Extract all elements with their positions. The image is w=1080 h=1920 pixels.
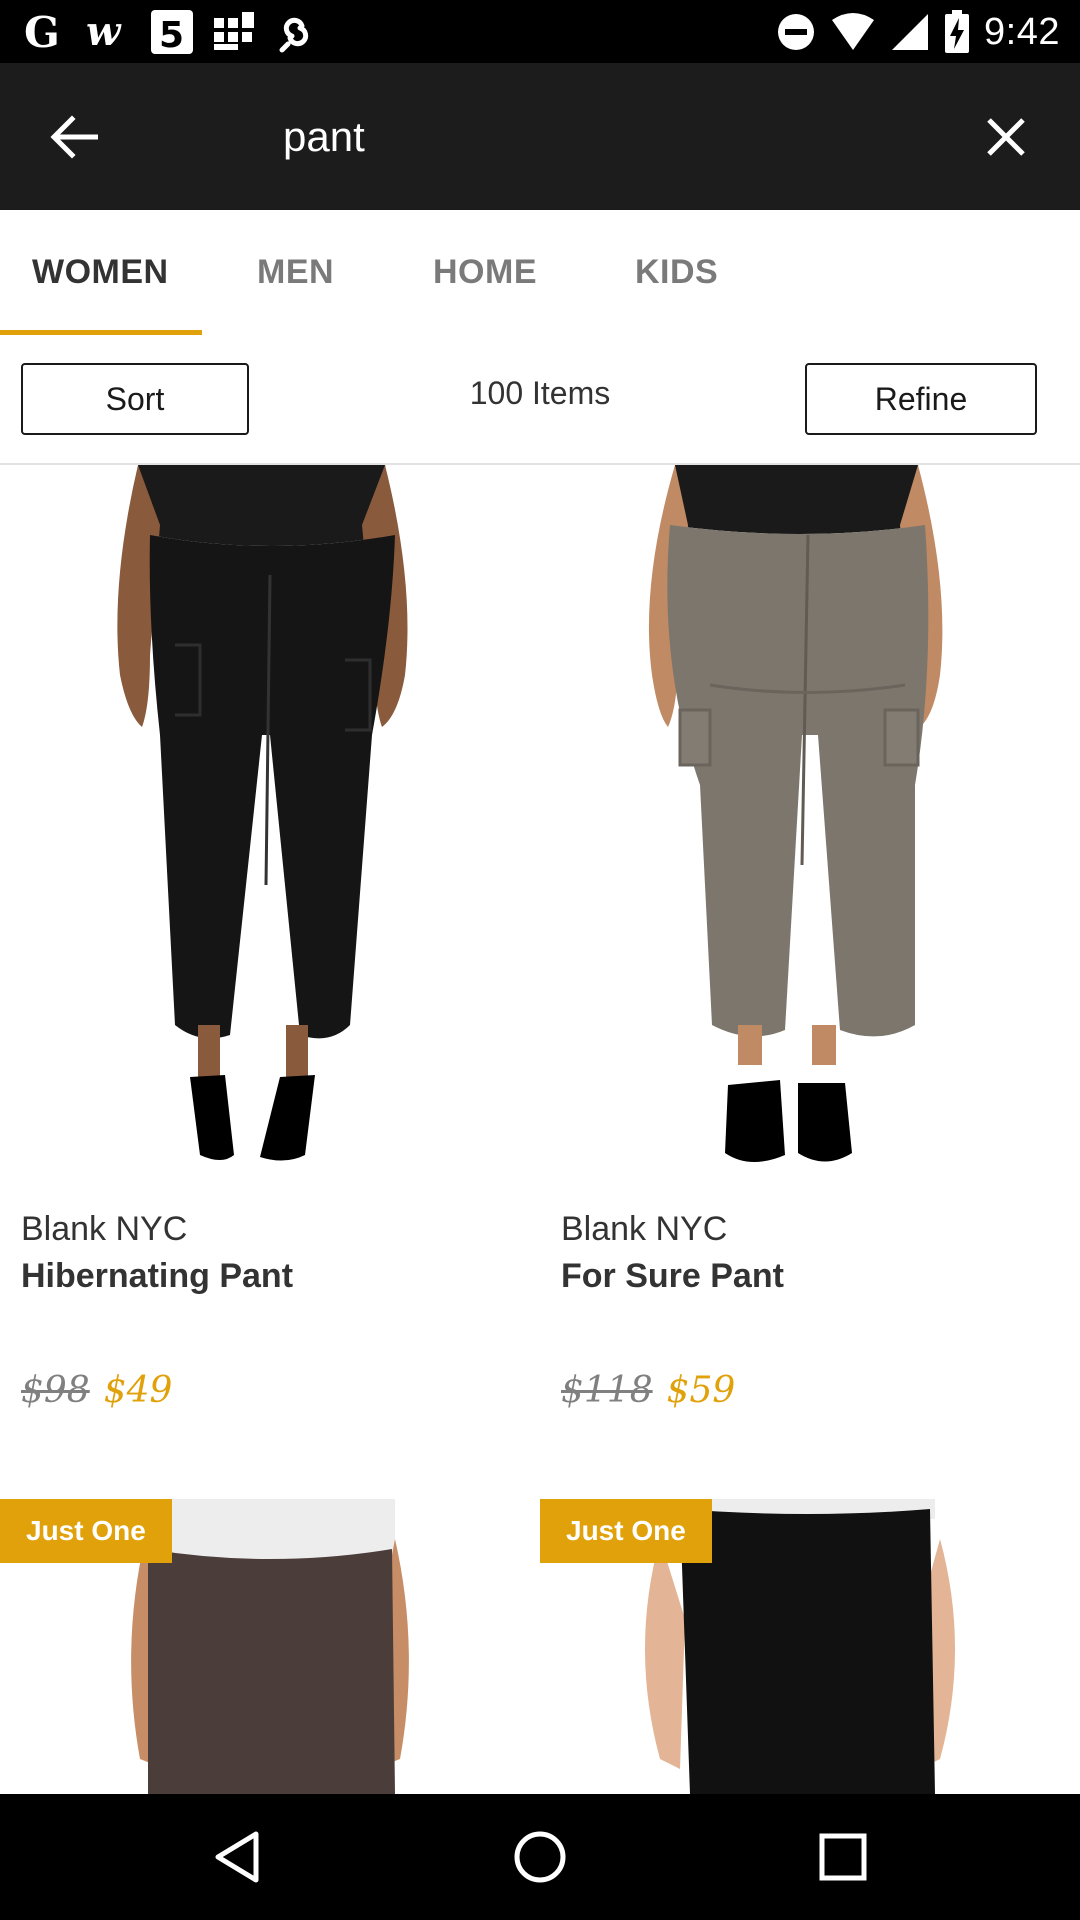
nav-recents-button[interactable] — [810, 1824, 876, 1890]
product-image[interactable] — [0, 465, 540, 1183]
just-one-badge: Just One — [540, 1499, 712, 1563]
system-navigation-bar — [0, 1794, 1080, 1920]
status-bar: G w 5 9:42 — [0, 0, 1080, 63]
tab-women[interactable]: WOMEN — [32, 210, 169, 335]
refine-button[interactable]: Refine — [805, 363, 1037, 435]
notification-icons: G w 5 — [22, 8, 318, 56]
product-price: $98 $49 — [21, 1370, 172, 1411]
sort-button[interactable]: Sort — [21, 363, 249, 435]
just-one-badge: Just One — [0, 1499, 172, 1563]
product-card[interactable]: Just One — [540, 1499, 1080, 1794]
product-card[interactable]: Just One — [0, 1499, 540, 1794]
product-price: $118 $59 — [561, 1370, 735, 1411]
nav-home-button[interactable] — [507, 1824, 573, 1890]
circle-home-icon — [514, 1831, 566, 1883]
category-tabs: WOMEN MEN HOME KIDS — [0, 210, 1080, 335]
original-price: $118 — [561, 1370, 653, 1411]
triangle-back-icon — [215, 1831, 259, 1883]
arrow-left-icon — [50, 115, 98, 159]
product-image[interactable] — [540, 465, 1080, 1183]
channel5-icon: 5 — [150, 9, 194, 55]
clock-time: 9:42 — [984, 10, 1060, 53]
search-query-text[interactable]: pant — [283, 113, 365, 161]
tab-home[interactable]: HOME — [433, 210, 537, 335]
product-brand: Blank NYC — [21, 1210, 188, 1248]
product-card[interactable]: Blank NYC Hibernating Pant $98 $49 — [0, 465, 540, 1425]
signal-icon — [890, 12, 930, 52]
back-button[interactable] — [46, 111, 102, 163]
tab-men[interactable]: MEN — [257, 210, 334, 335]
original-price: $98 — [21, 1370, 90, 1411]
wifi-icon — [830, 12, 876, 52]
product-name: For Sure Pant — [561, 1257, 784, 1295]
sale-price: $59 — [666, 1370, 736, 1411]
search-toolbar: pant — [0, 63, 1080, 210]
nav-back-button[interactable] — [204, 1824, 270, 1890]
system-icons: 9:42 — [776, 8, 1060, 56]
sort-refine-bar: 100 Items Sort Refine — [0, 335, 1080, 465]
link-app-icon — [274, 10, 318, 54]
svg-text:5: 5 — [159, 15, 184, 55]
close-icon — [987, 118, 1025, 156]
svg-text:w: w — [86, 9, 122, 55]
product-brand: Blank NYC — [561, 1210, 728, 1248]
product-card[interactable]: Blank NYC For Sure Pant $118 $59 — [540, 465, 1080, 1425]
clear-search-button[interactable] — [978, 109, 1034, 165]
google-icon: G — [22, 9, 68, 55]
grid-app-icon — [212, 10, 256, 54]
battery-charging-icon — [944, 10, 970, 54]
sale-price: $49 — [103, 1370, 173, 1411]
wordpress-icon: w — [86, 9, 132, 55]
square-recents-icon — [819, 1833, 867, 1881]
product-name: Hibernating Pant — [21, 1257, 294, 1295]
tab-kids[interactable]: KIDS — [635, 210, 718, 335]
do-not-disturb-icon — [776, 12, 816, 52]
svg-text:G: G — [24, 9, 60, 55]
